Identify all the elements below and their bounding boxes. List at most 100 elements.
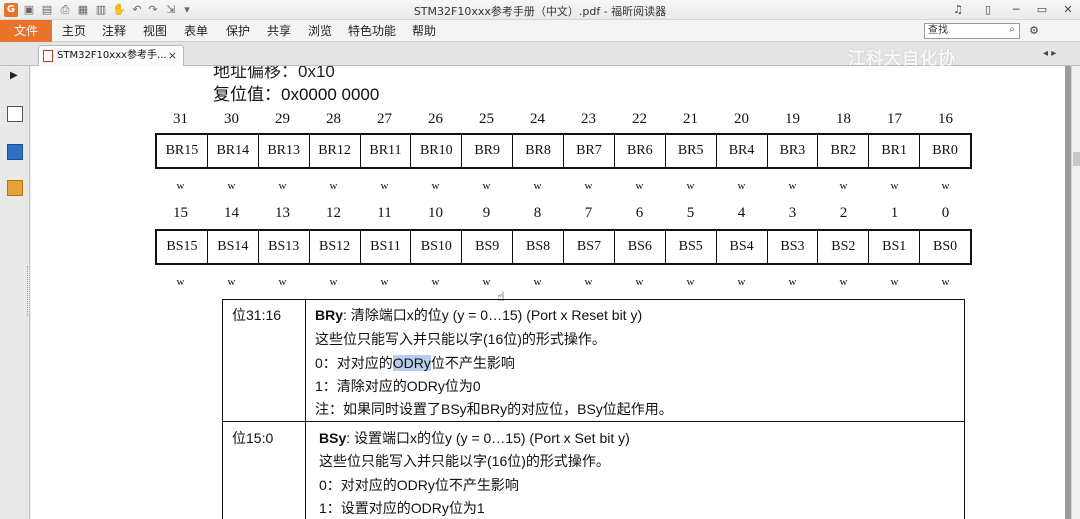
comments-panel-icon[interactable] xyxy=(7,180,23,196)
expand-panel-icon[interactable]: ▶ xyxy=(10,70,18,81)
menu-comment[interactable]: 注释 xyxy=(102,20,126,42)
register-field-cell: BR15 xyxy=(157,135,208,167)
register-field-cell: BR13 xyxy=(259,135,310,167)
register-field-cell: BR8 xyxy=(513,135,564,167)
register-field-cell: BS9 xyxy=(462,231,514,263)
table-divider xyxy=(223,421,964,422)
tab-document[interactable]: STM32F10xxx参考手... × xyxy=(38,45,184,66)
bit-number-label: 27 xyxy=(377,111,392,127)
scrollbar-thumb[interactable] xyxy=(1073,152,1080,166)
table-divider xyxy=(305,300,306,519)
menu-home[interactable]: 主页 xyxy=(62,20,86,42)
layers-panel-icon[interactable] xyxy=(7,144,23,160)
minimize-icon[interactable]: ─ xyxy=(1008,2,1024,18)
register-field-cell: BS0 xyxy=(933,239,958,254)
access-type-label: w xyxy=(635,276,644,288)
register-field-cell: BR4 xyxy=(717,135,768,167)
bit-number-label: 5 xyxy=(686,205,695,221)
register-field-cell: BS15 xyxy=(157,231,208,263)
access-type-label: w xyxy=(890,180,899,192)
access-type-label: w xyxy=(329,180,338,192)
register-field-cell: BR9 xyxy=(462,135,514,167)
description-line: 1：设置对应的ODRy位为1 xyxy=(319,500,485,516)
bit-number-label: 2 xyxy=(839,205,848,221)
close-window-icon[interactable]: ✕ xyxy=(1060,2,1076,18)
menu-help[interactable]: 帮助 xyxy=(412,20,436,42)
description-title: BRy: 清除端口x的位y (y = 0…15) (Port x Reset b… xyxy=(315,305,642,325)
menu-browse[interactable]: 浏览 xyxy=(308,20,332,42)
search-icon[interactable]: ⌕ xyxy=(1006,24,1018,36)
access-type-label: w xyxy=(788,180,797,192)
reset-value-text: 复位值：0x0000 0000 xyxy=(213,85,380,104)
pdf-page: 地址偏移：0x10 复位值：0x0000 0000 31 30 29 28 27 26 25… xyxy=(31,66,1065,519)
navigation-sidebar: ▶ xyxy=(0,66,30,519)
menu-view[interactable]: 视图 xyxy=(143,20,167,42)
register-field-cell: BS11 xyxy=(361,231,412,263)
register-field-cell: BR3 xyxy=(768,135,819,167)
access-type-label: w xyxy=(482,180,491,192)
access-type-label: w xyxy=(278,180,287,192)
tab-document-label: STM32F10xxx参考手... xyxy=(57,50,167,61)
title-bar: G ▣ ▤ ⎙ ▦ ▥ ✋ ↶ ↷ ⇲ ▾ STM32F10xxx参考手册（中文… xyxy=(0,0,1080,20)
description-line: 注：如果同时设置了BSy和BRy的对应位，BSy位起作用。 xyxy=(315,401,673,417)
menu-protect[interactable]: 保护 xyxy=(226,20,250,42)
pdf-file-icon xyxy=(43,50,53,62)
bit-number-label: 22 xyxy=(632,111,647,127)
register-field-cell: BS4 xyxy=(717,231,768,263)
bit-number-label: 28 xyxy=(326,111,341,127)
register-field-cell: BR14 xyxy=(208,135,259,167)
bit-number-label: 14 xyxy=(224,205,239,221)
access-type-label: w xyxy=(176,276,185,288)
register-field-cell: BS14 xyxy=(208,231,259,263)
register-field-cell: BS10 xyxy=(411,231,463,263)
file-menu-tab[interactable]: 文件 xyxy=(0,20,52,42)
menu-features[interactable]: 特色功能 xyxy=(348,20,396,42)
bit-number-label: 29 xyxy=(275,111,290,127)
description-line: 这些位只能写入并只能以字(16位)的形式操作。 xyxy=(315,331,606,347)
window-title: STM32F10xxx参考手册（中文）.pdf - 福昕阅读器 xyxy=(413,5,667,18)
description-line-part: 0：对对应的 xyxy=(315,355,393,371)
access-type-label: w xyxy=(788,276,797,288)
document-viewport[interactable]: 地址偏移：0x10 复位值：0x0000 0000 31 30 29 28 27 26 25… xyxy=(31,66,1071,519)
bit-number-label: 16 xyxy=(938,111,953,127)
access-type-label: w xyxy=(431,276,440,288)
register-field-cell: BS1 xyxy=(869,231,921,263)
access-type-label: w xyxy=(176,180,185,192)
access-type-label: w xyxy=(533,276,542,288)
bit-range-label: 位31:16 xyxy=(232,307,282,323)
description-line: 这些位只能写入并只能以字(16位)的形式操作。 xyxy=(319,453,610,469)
description-line: 0：对对应的ODRy位不产生影响 xyxy=(319,477,519,493)
pages-panel-icon[interactable] xyxy=(7,106,23,122)
access-type-label: w xyxy=(431,180,440,192)
close-tab-icon[interactable]: × xyxy=(168,46,177,65)
vertical-scrollbar[interactable] xyxy=(1071,66,1080,519)
access-type-label: w xyxy=(380,276,389,288)
access-type-label: w xyxy=(686,180,695,192)
search-options-icon[interactable]: ⚙ xyxy=(1026,23,1042,39)
register-field-cell: BR12 xyxy=(310,135,361,167)
tab-nav-arrows-icon[interactable]: ◂ ▸ xyxy=(1043,48,1056,59)
bell-icon[interactable]: ♫ xyxy=(950,2,966,18)
bit-number-label: 4 xyxy=(737,205,746,221)
register-field-cell: BR5 xyxy=(666,135,717,167)
selected-text-highlight[interactable]: ODRy xyxy=(392,355,431,371)
sidebar-resize-handle[interactable] xyxy=(27,266,29,316)
restore-icon[interactable]: ▭ xyxy=(1034,2,1050,18)
access-type-label: w xyxy=(380,180,389,192)
register-field-cell: BS6 xyxy=(615,231,666,263)
access-type-label: w xyxy=(482,276,491,288)
ribbon-menu-bar: 文件 主页 注释 视图 表单 保护 共享 浏览 特色功能 帮助 查找 ⌕ ⚙ xyxy=(0,20,1080,42)
bit-number-label: 0 xyxy=(941,205,950,221)
menu-form[interactable]: 表单 xyxy=(184,20,208,42)
bit-number-label: 23 xyxy=(581,111,596,127)
register-field-cell: BR0 xyxy=(932,143,958,158)
bit-number-label: 26 xyxy=(428,111,443,127)
register-field-cell: BS2 xyxy=(818,231,870,263)
bit-number-label: 7 xyxy=(584,205,593,221)
bit-number-label: 20 xyxy=(734,111,749,127)
access-type-label: w xyxy=(839,276,848,288)
menu-share[interactable]: 共享 xyxy=(267,20,291,42)
register-field-cell: BS13 xyxy=(259,231,310,263)
bit-range-label: 位15:0 xyxy=(232,430,274,446)
layout-icon[interactable]: ▯ xyxy=(980,2,996,18)
